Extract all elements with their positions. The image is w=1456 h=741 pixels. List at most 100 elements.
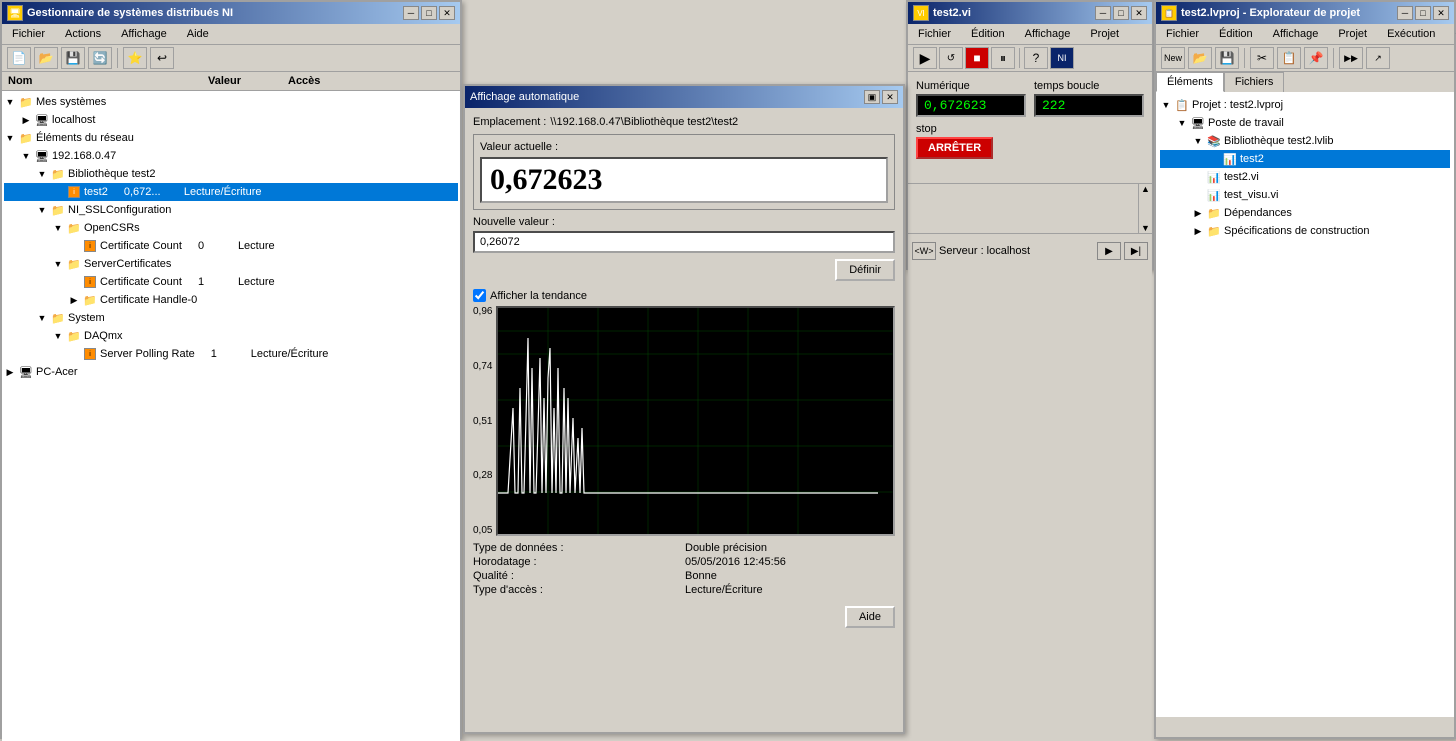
- vi-scrollbar[interactable]: ▲ ▼: [1138, 184, 1152, 233]
- toggle-cert-count-1[interactable]: [68, 276, 80, 288]
- toggle-elements-reseau[interactable]: ▼: [4, 132, 16, 144]
- tree-node-cert-count-0[interactable]: i Certificate Count 0 Lecture: [4, 237, 458, 255]
- tree-node-daqmx[interactable]: ▼ 📁 DAQmx: [4, 327, 458, 345]
- project-tree[interactable]: ▼ 📋 Projet : test2.lvproj ▼ 🖥 Poste de t…: [1156, 92, 1454, 717]
- toggle-bibliotheque[interactable]: ▼: [36, 168, 48, 180]
- tree-node-opencsrs[interactable]: ▼ 📁 OpenCSRs: [4, 219, 458, 237]
- tab-fichiers[interactable]: Fichiers: [1224, 72, 1285, 92]
- proj-toolbar-copy[interactable]: 📋: [1277, 47, 1301, 69]
- vi-run-cont-button[interactable]: ↺: [939, 47, 963, 69]
- toggle-specs[interactable]: ▶: [1192, 225, 1204, 237]
- vi-close-button[interactable]: ✕: [1131, 6, 1147, 20]
- dialog-close-button[interactable]: ✕: [882, 90, 898, 104]
- vi-stop-button[interactable]: ■: [965, 47, 989, 69]
- menu-aide[interactable]: Aide: [182, 26, 214, 42]
- toggle-pc-acer[interactable]: ▶: [4, 366, 16, 378]
- toggle-system[interactable]: ▼: [36, 312, 48, 324]
- proj-toolbar-extra1[interactable]: ▶▶: [1339, 47, 1363, 69]
- proj-node-bibliotheque[interactable]: ▼ 📚 Bibliothèque test2.lvlib: [1160, 132, 1450, 150]
- tree-node-ni-ssl[interactable]: ▼ 📁 NI_SSLConfiguration: [4, 201, 458, 219]
- proj-node-test2[interactable]: 📊 test2: [1160, 150, 1450, 168]
- toggle-poste[interactable]: ▼: [1176, 117, 1188, 129]
- nav-left-button[interactable]: <W>: [912, 242, 936, 260]
- vi-minimize-button[interactable]: ─: [1095, 6, 1111, 20]
- tree-node-system[interactable]: ▼ 📁 System: [4, 309, 458, 327]
- dialog-restore-button[interactable]: ▣: [864, 90, 880, 104]
- new-value-input[interactable]: [473, 231, 895, 253]
- vi-menu-projet[interactable]: Projet: [1085, 26, 1124, 42]
- nav-right-button[interactable]: ▶: [1097, 242, 1121, 260]
- toolbar-refresh[interactable]: 🔄: [88, 47, 112, 69]
- arreter-button[interactable]: ARRÊTER: [916, 137, 993, 159]
- toggle-polling[interactable]: [68, 348, 80, 360]
- proj-toolbar-paste[interactable]: 📌: [1304, 47, 1328, 69]
- tab-elements[interactable]: Éléments: [1156, 72, 1224, 92]
- toggle-dependances[interactable]: ▶: [1192, 207, 1204, 219]
- toggle-test2-proj[interactable]: [1208, 153, 1220, 165]
- vi-menu-affichage[interactable]: Affichage: [1020, 26, 1076, 42]
- vi-run-button[interactable]: ▶: [913, 47, 937, 69]
- proj-node-test-visu[interactable]: 📊 test_visu.vi: [1160, 186, 1450, 204]
- toggle-test-visu[interactable]: [1192, 189, 1204, 201]
- tree-node-ip[interactable]: ▼ 🖥 192.168.0.47: [4, 147, 458, 165]
- proj-toolbar-extra2[interactable]: ↗: [1366, 47, 1390, 69]
- tree-node-cert-handle[interactable]: ▶ 📁 Certificate Handle-0: [4, 291, 458, 309]
- vi-extra-button[interactable]: NI: [1050, 47, 1074, 69]
- proj-menu-edition[interactable]: Édition: [1214, 26, 1258, 42]
- proj-menu-projet[interactable]: Projet: [1333, 26, 1372, 42]
- toggle-mes-systemes[interactable]: ▼: [4, 96, 16, 108]
- toggle-opencsrs[interactable]: ▼: [52, 222, 64, 234]
- tree-node-server-certs[interactable]: ▼ 📁 ServerCertificates: [4, 255, 458, 273]
- proj-node-root[interactable]: ▼ 📋 Projet : test2.lvproj: [1160, 96, 1450, 114]
- tree-node-localhost[interactable]: ▶ 🖥 localhost: [4, 111, 458, 129]
- proj-node-poste[interactable]: ▼ 🖥 Poste de travail: [1160, 114, 1450, 132]
- project-maximize-button[interactable]: □: [1415, 6, 1431, 20]
- project-minimize-button[interactable]: ─: [1397, 6, 1413, 20]
- toggle-ip[interactable]: ▼: [20, 150, 32, 162]
- tree-node-elements-reseau[interactable]: ▼ 📁 Éléments du réseau: [4, 129, 458, 147]
- proj-toolbar-new[interactable]: New: [1161, 47, 1185, 69]
- define-button[interactable]: Définir: [835, 259, 895, 281]
- proj-toolbar-cut[interactable]: ✂: [1250, 47, 1274, 69]
- proj-node-test2vi[interactable]: 📊 test2.vi: [1160, 168, 1450, 186]
- proj-toolbar-open[interactable]: 📂: [1188, 47, 1212, 69]
- toggle-root[interactable]: ▼: [1160, 99, 1172, 111]
- project-close-button[interactable]: ✕: [1433, 6, 1449, 20]
- toolbar-new[interactable]: 📄: [7, 47, 31, 69]
- tree-node-cert-count-1[interactable]: i Certificate Count 1 Lecture: [4, 273, 458, 291]
- proj-menu-execution[interactable]: Exécution: [1382, 26, 1440, 42]
- close-button[interactable]: ✕: [439, 6, 455, 20]
- proj-menu-affichage[interactable]: Affichage: [1268, 26, 1324, 42]
- nav-end-button[interactable]: ▶|: [1124, 242, 1148, 260]
- tree-node-bibliotheque[interactable]: ▼ 📁 Bibliothèque test2: [4, 165, 458, 183]
- toggle-server-certs[interactable]: ▼: [52, 258, 64, 270]
- proj-node-specs[interactable]: ▶ 📁 Spécifications de construction: [1160, 222, 1450, 240]
- menu-affichage[interactable]: Affichage: [116, 26, 172, 42]
- vi-maximize-button[interactable]: □: [1113, 6, 1129, 20]
- vi-pause-button[interactable]: ⏸: [991, 47, 1015, 69]
- tree-node-mes-systemes[interactable]: ▼ 📁 Mes systèmes: [4, 93, 458, 111]
- vi-menu-edition[interactable]: Édition: [966, 26, 1010, 42]
- menu-actions[interactable]: Actions: [60, 26, 106, 42]
- proj-toolbar-save[interactable]: 💾: [1215, 47, 1239, 69]
- toggle-test2[interactable]: [52, 186, 64, 198]
- proj-menu-outils[interactable]: Outi: [1450, 26, 1456, 42]
- show-trend-checkbox[interactable]: [473, 289, 486, 302]
- maximize-button[interactable]: □: [421, 6, 437, 20]
- minimize-button[interactable]: ─: [403, 6, 419, 20]
- proj-node-dependances[interactable]: ▶ 📁 Dépendances: [1160, 204, 1450, 222]
- toolbar-favorite[interactable]: ⭐: [123, 47, 147, 69]
- tree-node-polling[interactable]: i Server Polling Rate 1 Lecture/Écriture: [4, 345, 458, 363]
- toggle-localhost[interactable]: ▶: [20, 114, 32, 126]
- menu-fichier[interactable]: Fichier: [7, 26, 50, 42]
- toolbar-save[interactable]: 💾: [61, 47, 85, 69]
- toggle-cert-count-0[interactable]: [68, 240, 80, 252]
- trend-chart[interactable]: [496, 306, 895, 536]
- toggle-test2vi[interactable]: [1192, 171, 1204, 183]
- proj-menu-fichier[interactable]: Fichier: [1161, 26, 1204, 42]
- toggle-ni-ssl[interactable]: ▼: [36, 204, 48, 216]
- toggle-daqmx[interactable]: ▼: [52, 330, 64, 342]
- tree-node-pc-acer[interactable]: ▶ 🖥 PC-Acer: [4, 363, 458, 381]
- tree-node-test2[interactable]: i test2 0,672... Lecture/Écriture: [4, 183, 458, 201]
- toggle-bibliotheque-proj[interactable]: ▼: [1192, 135, 1204, 147]
